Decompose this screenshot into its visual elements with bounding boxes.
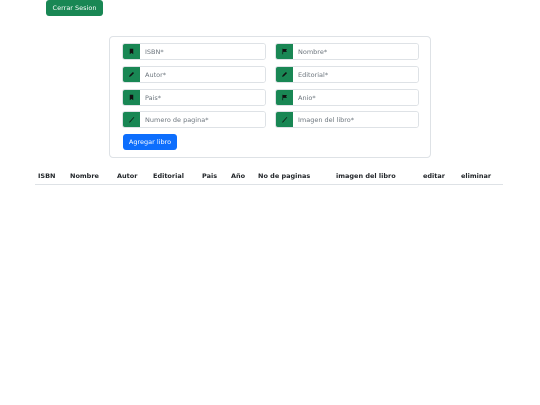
- autor-field-group: [122, 66, 266, 83]
- column-header-editar: editar: [420, 169, 458, 185]
- pais-input[interactable]: [140, 90, 265, 105]
- numero-pagina-field-group: [122, 111, 266, 128]
- flag-icon: [276, 90, 293, 105]
- column-header-eliminar: eliminar: [458, 169, 503, 185]
- books-table: ISBN Nombre Autor Editorial Pais Año No …: [35, 169, 503, 185]
- table-header-row: ISBN Nombre Autor Editorial Pais Año No …: [35, 169, 503, 185]
- pencil-icon: [276, 67, 293, 82]
- column-header-no-paginas: No de paginas: [255, 169, 333, 185]
- bookmark-icon: [123, 90, 140, 105]
- column-header-imagen-libro: imagen del libro: [333, 169, 420, 185]
- pais-field-group: [122, 89, 266, 106]
- logout-button[interactable]: Cerrar Sesion: [46, 0, 103, 16]
- anio-input[interactable]: [293, 90, 418, 105]
- bookmark-icon: [123, 44, 140, 59]
- nombre-input[interactable]: [293, 44, 418, 59]
- column-header-isbn: ISBN: [35, 169, 67, 185]
- isbn-field-group: [122, 43, 266, 60]
- book-form: Agregar libro: [109, 36, 431, 158]
- check-icon: [276, 112, 293, 127]
- pencil-icon: [123, 67, 140, 82]
- autor-input[interactable]: [140, 67, 265, 82]
- nombre-field-group: [275, 43, 419, 60]
- anio-field-group: [275, 89, 419, 106]
- imagen-libro-input[interactable]: [293, 112, 418, 127]
- imagen-libro-field-group: [275, 111, 419, 128]
- add-book-button[interactable]: Agregar libro: [123, 134, 177, 150]
- column-header-editorial: Editorial: [150, 169, 199, 185]
- editorial-field-group: [275, 66, 419, 83]
- column-header-nombre: Nombre: [67, 169, 114, 185]
- flag-icon: [276, 44, 293, 59]
- editorial-input[interactable]: [293, 67, 418, 82]
- column-header-autor: Autor: [114, 169, 150, 185]
- column-header-anio: Año: [228, 169, 255, 185]
- check-icon: [123, 112, 140, 127]
- isbn-input[interactable]: [140, 44, 265, 59]
- numero-pagina-input[interactable]: [140, 112, 265, 127]
- column-header-pais: Pais: [199, 169, 228, 185]
